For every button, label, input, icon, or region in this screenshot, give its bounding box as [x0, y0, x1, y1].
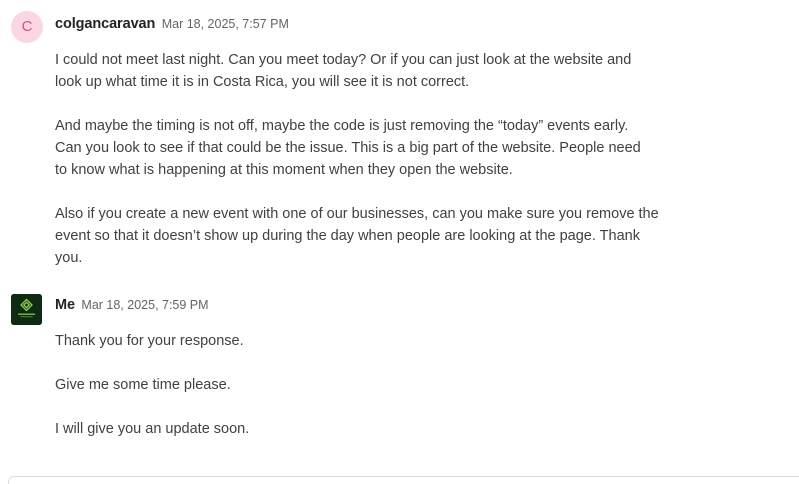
- message-paragraph: Also if you create a new event with one …: [55, 206, 659, 266]
- message-header: colgancaravan Mar 18, 2025, 7:57 PM: [55, 15, 289, 33]
- message-header: Me Mar 18, 2025, 7:59 PM: [55, 296, 209, 314]
- avatar-initial: C: [11, 11, 43, 43]
- avatar[interactable]: C: [11, 11, 43, 43]
- timestamp: Mar 18, 2025, 7:59 PM: [81, 298, 209, 312]
- message-body: Thank you for your response. Give me som…: [55, 330, 755, 440]
- username[interactable]: colgancaravan: [55, 16, 155, 32]
- message-paragraph: I will give you an update soon.: [55, 421, 250, 437]
- timestamp: Mar 18, 2025, 7:57 PM: [161, 17, 289, 31]
- message-thread: C colgancaravan Mar 18, 2025, 7:57 PM I …: [0, 0, 799, 484]
- message-paragraph: And maybe the timing is not off, maybe t…: [55, 118, 641, 178]
- brand-logo-icon: [11, 294, 42, 325]
- message-paragraph: Give me some time please.: [55, 377, 231, 393]
- message-paragraph: I could not meet last night. Can you mee…: [55, 52, 632, 90]
- message-body: I could not meet last night. Can you mee…: [55, 49, 755, 269]
- avatar[interactable]: [11, 294, 43, 326]
- username[interactable]: Me: [55, 297, 75, 313]
- message-paragraph: Thank you for your response.: [55, 333, 244, 349]
- message-composer[interactable]: [8, 476, 799, 484]
